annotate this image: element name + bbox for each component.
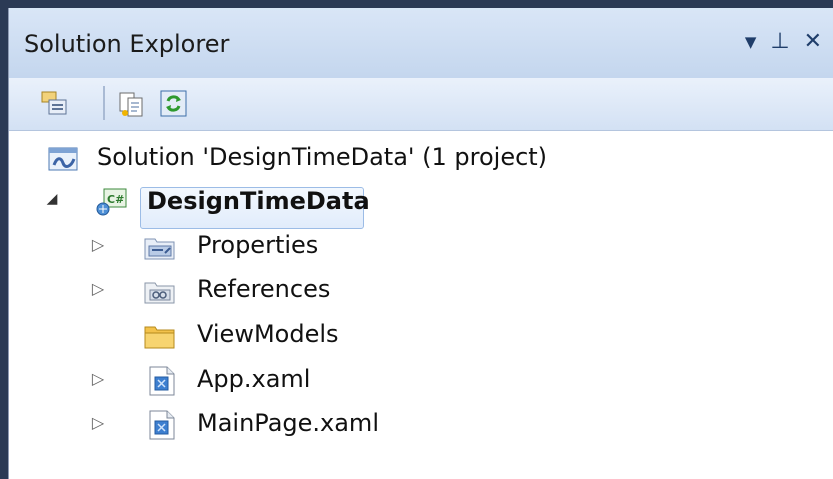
- svg-text:C#: C#: [107, 193, 124, 206]
- mainpage-xaml-label: MainPage.xaml: [197, 409, 379, 437]
- refresh-button[interactable]: [159, 89, 189, 119]
- tree-item-project[interactable]: ◢ C# DesignTimeData: [9, 183, 609, 223]
- csharp-project-icon: C#: [95, 187, 129, 217]
- viewmodels-label: ViewModels: [197, 320, 339, 348]
- tree-item-app-xaml[interactable]: ▷ App.xaml: [9, 361, 609, 401]
- collapse-arrow-icon[interactable]: ◢: [43, 191, 61, 207]
- tree-item-mainpage-xaml[interactable]: ▷ MainPage.xaml: [9, 405, 609, 445]
- panel-title: Solution Explorer: [24, 30, 230, 58]
- solution-icon: [47, 145, 81, 175]
- properties-label: Properties: [197, 231, 319, 259]
- solution-label: Solution 'DesignTimeData' (1 project): [97, 143, 548, 171]
- toolbar-separator: [103, 86, 105, 120]
- tree-item-properties[interactable]: ▷ Properties: [9, 227, 609, 267]
- project-label: DesignTimeData: [147, 187, 370, 215]
- expand-arrow-icon[interactable]: ▷: [89, 413, 107, 432]
- close-icon[interactable]: ✕: [804, 30, 822, 54]
- properties-button[interactable]: [39, 89, 69, 119]
- properties-icon: [41, 91, 67, 115]
- refresh-icon: [160, 90, 187, 117]
- properties-folder-icon: [143, 233, 177, 263]
- tree-item-solution[interactable]: Solution 'DesignTimeData' (1 project): [9, 139, 609, 179]
- references-label: References: [197, 275, 331, 303]
- pin-icon[interactable]: ⊥: [770, 30, 789, 54]
- tree-item-references[interactable]: ▷ References: [9, 271, 609, 311]
- folder-icon: [143, 322, 177, 352]
- dropdown-icon[interactable]: ▼: [745, 30, 757, 54]
- panel-toolbar: [9, 78, 833, 131]
- references-folder-icon: [143, 277, 177, 307]
- app-xaml-label: App.xaml: [197, 365, 311, 393]
- show-all-files-button[interactable]: [117, 89, 147, 119]
- expand-arrow-icon[interactable]: ▷: [89, 235, 107, 254]
- panel-title-bar: Solution Explorer ▼ ⊥ ✕: [9, 8, 833, 79]
- expand-arrow-icon[interactable]: ▷: [89, 279, 107, 298]
- xaml-file-icon: [147, 365, 181, 396]
- xaml-file-icon: [147, 409, 181, 440]
- show-all-files-icon: [119, 92, 143, 117]
- solution-explorer-panel: Solution Explorer ▼ ⊥ ✕ Solution 'Design…: [8, 8, 833, 479]
- expand-arrow-icon[interactable]: ▷: [89, 369, 107, 388]
- tree-item-viewmodels[interactable]: ViewModels: [9, 316, 609, 356]
- panel-controls: ▼ ⊥ ✕: [745, 30, 822, 54]
